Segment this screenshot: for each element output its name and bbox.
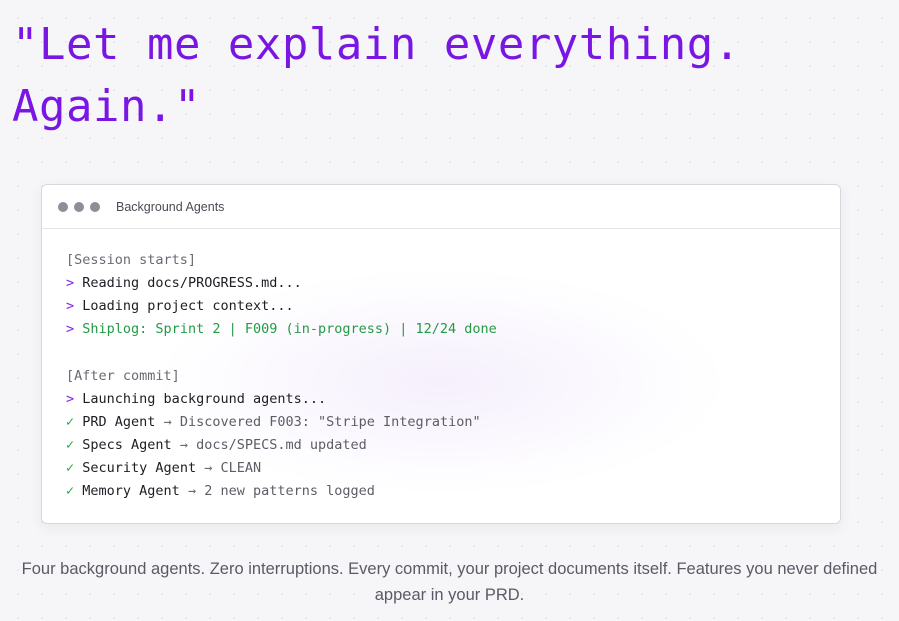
terminal-line-loading: > Loading project context... [66,295,840,318]
agent-line-memory: ✓ Memory Agent → 2 new patterns logged [66,480,840,503]
window-control-dot-icon[interactable] [90,201,100,212]
agent-line-prd: ✓ PRD Agent → Discovered F003: "Stripe I… [66,411,840,434]
terminal-output: [Session starts] > Reading docs/PROGRESS… [42,229,840,523]
terminal-line-text: Launching background agents... [82,391,327,407]
arrow-right-icon: → [204,460,213,476]
check-icon: ✓ [66,460,75,476]
arrow-right-icon: → [163,414,172,430]
agent-line-specs: ✓ Specs Agent → docs/SPECS.md updated [66,434,840,457]
terminal-window: Background Agents [Session starts] > Rea… [41,184,841,524]
terminal-line-text: Reading docs/PROGRESS.md... [82,275,302,291]
prompt-icon: > [66,275,75,291]
check-icon: ✓ [66,483,75,499]
prompt-icon: > [66,321,75,337]
session-start-line: [Session starts] [66,252,197,268]
headline-line-2: Again." [12,81,201,132]
agent-name: Specs Agent [82,437,172,453]
shiplog-status-text: Shiplog: Sprint 2 | F009 (in-progress) |… [82,321,497,337]
window-control-dot-icon[interactable] [74,201,84,212]
agent-name: Memory Agent [82,483,180,499]
after-commit-line: [After commit] [66,368,180,384]
agent-detail: 2 new patterns logged [204,483,375,499]
window-titlebar: Background Agents [42,185,840,229]
headline-line-1: "Let me explain everything. [12,19,741,70]
window-control-dot-icon[interactable] [58,201,68,212]
terminal-line-text: Loading project context... [82,298,294,314]
headline: "Let me explain everything. Again." [12,14,892,138]
arrow-right-icon: → [187,483,197,499]
agent-name: Security Agent [82,460,197,476]
agent-name: PRD Agent [82,414,156,430]
check-icon: ✓ [66,437,75,453]
window-title: Background Agents [116,199,225,214]
agent-detail: CLEAN [220,460,262,476]
prompt-icon: > [66,298,75,314]
agent-line-security: ✓ Security Agent → CLEAN [66,457,840,480]
prompt-icon: > [66,391,75,407]
terminal-line-launching: > Launching background agents... [66,388,840,411]
arrow-right-icon: → [179,437,188,453]
agent-detail: docs/SPECS.md updated [196,437,367,453]
terminal-line-shiplog: > Shiplog: Sprint 2 | F009 (in-progress)… [66,318,840,341]
terminal-line-reading: > Reading docs/PROGRESS.md... [66,272,840,295]
agent-detail: Discovered F003: "Stripe Integration" [179,414,481,430]
check-icon: ✓ [66,414,75,430]
caption-text: Four background agents. Zero interruptio… [21,560,878,604]
